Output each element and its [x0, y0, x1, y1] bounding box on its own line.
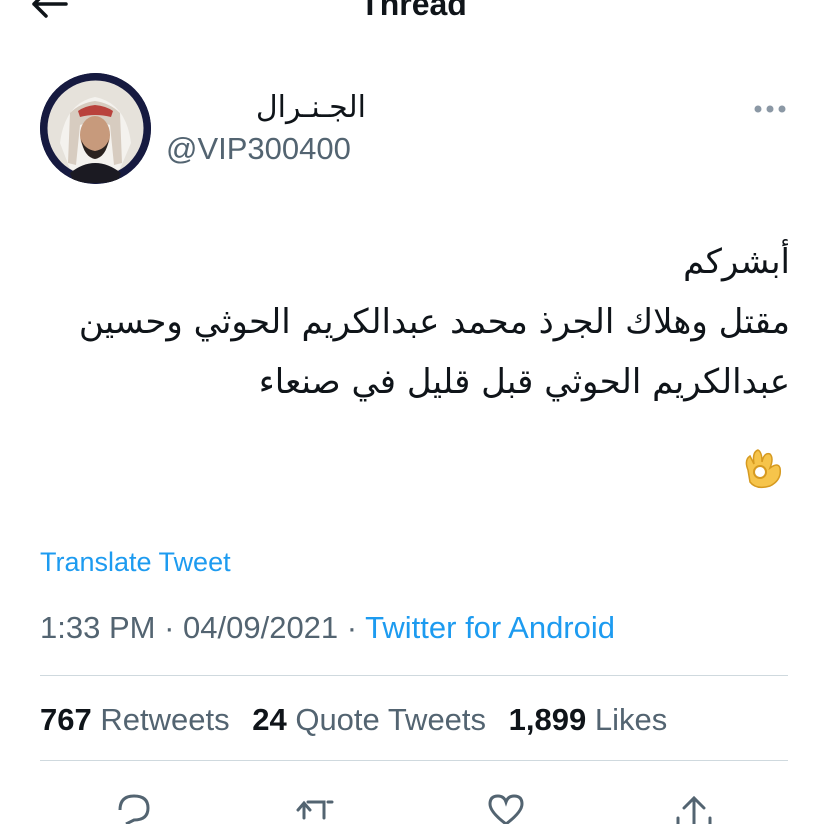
quote-tweets-label: Quote Tweets: [295, 702, 487, 737]
page-title: Thread: [360, 0, 467, 22]
tweet-action-bar: [0, 780, 827, 826]
tweet-text: أبشركم مقتل وهلاك الجرذ محمد عبدالكريم ا…: [36, 232, 790, 412]
retweet-button[interactable]: [294, 788, 338, 824]
translate-tweet-link[interactable]: Translate Tweet: [40, 545, 231, 579]
ok-hand-icon: [745, 449, 782, 489]
divider: [40, 675, 788, 676]
retweets-stat[interactable]: 767 Retweets: [40, 702, 230, 737]
author-name-text: الجـنـرال: [255, 90, 366, 125]
retweets-label: Retweets: [100, 702, 230, 737]
tweet-text-line: عبدالكريم الحوثي قبل قليل في صنعاء: [258, 362, 790, 402]
author-handle[interactable]: @VIP300400: [166, 131, 351, 167]
retweet-icon: [296, 800, 334, 820]
likes-stat[interactable]: 1,899 Likes: [509, 702, 668, 737]
tweet-stats: 767 Retweets 24 Quote Tweets 1,899 Likes: [40, 700, 681, 740]
ok-hand-emoji: [738, 440, 786, 490]
quote-tweets-stat[interactable]: 24 Quote Tweets: [252, 702, 486, 737]
divider: [40, 760, 788, 761]
likes-label: Likes: [594, 702, 668, 737]
reply-button[interactable]: [112, 788, 156, 826]
tweet-text-line: أبشركم: [683, 242, 790, 282]
more-options-button[interactable]: [750, 96, 790, 122]
avatar[interactable]: [40, 73, 151, 184]
tweet-meta: 1:33 PM · 04/09/2021 · Twitter for Andro…: [40, 608, 615, 648]
ellipsis-icon: [754, 105, 786, 113]
meta-separator: ·: [155, 610, 184, 645]
profile-photo: [40, 73, 151, 184]
like-button[interactable]: [484, 788, 528, 826]
share-icon: [676, 795, 712, 826]
meta-separator: ·: [338, 610, 366, 645]
tweet-source-link[interactable]: Twitter for Android: [365, 610, 615, 645]
retweets-count: 767: [40, 702, 92, 737]
header-bar: Thread: [0, 0, 827, 30]
tweet-time[interactable]: 1:33 PM: [40, 610, 155, 645]
tweet-text-line: مقتل وهلاك الجرذ محمد عبدالكريم الحوثي و…: [78, 302, 790, 342]
quote-tweets-count: 24: [252, 702, 287, 737]
share-button[interactable]: [672, 788, 716, 826]
author-name[interactable]: الجـنـرال: [166, 90, 366, 126]
likes-count: 1,899: [508, 702, 587, 737]
tweet-date[interactable]: 04/09/2021: [183, 610, 338, 645]
reply-icon: [118, 794, 150, 826]
like-icon: [488, 794, 524, 826]
